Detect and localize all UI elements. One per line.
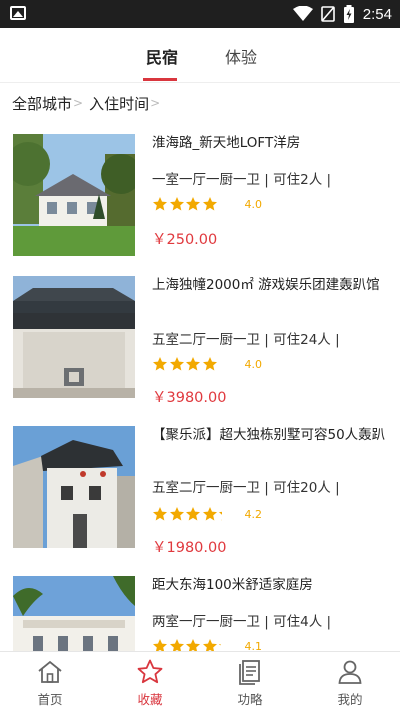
city-filter[interactable]: 全部城市 >	[12, 93, 89, 114]
tab-homestay[interactable]: 民宿	[146, 44, 178, 68]
nav-guide[interactable]: 功略	[200, 652, 300, 711]
star-icon	[137, 659, 163, 684]
rating-star-icon	[169, 357, 184, 371]
star-rating	[152, 356, 235, 372]
listing-rating: 4.0	[152, 196, 262, 212]
rating-star-icon	[153, 507, 167, 521]
rating-star-icon	[202, 507, 217, 521]
nav-favorites[interactable]: 收藏	[100, 652, 200, 711]
listing-title: 淮海路_新天地LOFT洋房	[152, 135, 301, 151]
clock: 2:54	[362, 5, 392, 23]
listing-rating: 4.0	[152, 356, 262, 372]
listing-photo[interactable]	[13, 276, 135, 398]
listing-photo[interactable]	[13, 134, 135, 256]
rating-star-icon	[219, 507, 233, 521]
rating-star-icon	[218, 196, 234, 212]
listing-card[interactable]: 【聚乐派】超大独栋别墅可容50人轰趴 五室二厅一厨一卫 | 可住20人 | 4.…	[0, 412, 400, 562]
gallery-icon	[10, 6, 26, 20]
listing-title: 【聚乐派】超大独栋别墅可容50人轰趴	[152, 427, 386, 443]
battery-icon	[343, 5, 354, 23]
rating-star-icon	[202, 197, 217, 211]
chevron-right-icon: >	[150, 96, 161, 110]
nav-guide-label: 功略	[237, 692, 263, 707]
rating-star-icon	[218, 356, 234, 372]
rating-star-icon	[186, 357, 200, 371]
user-icon	[338, 660, 362, 684]
tab-bar: 民宿 体验	[0, 28, 400, 82]
listing-card[interactable]: 淮海路_新天地LOFT洋房 一室一厅一厨一卫 | 可住2人 | 4.0 ￥250…	[0, 120, 400, 270]
checkin-filter-label: 入住时间	[89, 94, 150, 113]
listing-card[interactable]: 上海独幢2000㎡ 游戏娱乐团建轰趴馆 五室二厅一厨一卫 | 可住24人 | 4…	[0, 262, 400, 412]
listing-specs: 两室一厅一厨一卫 | 可住4人 |	[152, 614, 332, 630]
nav-profile-label: 我的	[337, 692, 363, 707]
listing-price: ￥250.00	[152, 232, 218, 248]
listing-rating: 4.2	[152, 506, 262, 522]
wifi-icon	[292, 6, 313, 21]
active-tab-indicator	[143, 78, 177, 81]
rating-star-icon	[169, 507, 184, 521]
city-filter-label: 全部城市	[12, 94, 73, 113]
listing-title: 上海独幢2000㎡ 游戏娱乐团建轰趴馆	[152, 277, 380, 293]
no-sim-icon	[320, 6, 335, 22]
divider	[0, 82, 400, 83]
chevron-right-icon: >	[73, 96, 84, 110]
status-bar: 2:54	[0, 0, 400, 28]
guide-icon	[239, 660, 260, 685]
nav-favorites-label: 收藏	[137, 692, 163, 707]
filter-bar: 全部城市 > 入住时间 >	[12, 92, 166, 114]
nav-home-label: 首页	[37, 692, 63, 707]
home-icon	[38, 660, 62, 683]
star-rating	[152, 506, 235, 522]
tab-experience[interactable]: 体验	[225, 44, 257, 68]
star-rating	[152, 196, 235, 212]
rating-star-icon	[186, 507, 200, 521]
listing-specs: 五室二厅一厨一卫 | 可住24人 |	[152, 332, 340, 348]
listing-photo[interactable]	[13, 426, 135, 548]
rating-score: 4.2	[244, 507, 263, 521]
listing-specs: 一室一厅一厨一卫 | 可住2人 |	[152, 172, 332, 188]
listing-title: 距大东海100米舒适家庭房	[152, 577, 313, 593]
rating-star-icon	[186, 197, 200, 211]
rating-star-icon	[169, 197, 184, 211]
rating-score: 4.0	[244, 357, 263, 371]
checkin-filter[interactable]: 入住时间 >	[89, 93, 166, 114]
nav-profile[interactable]: 我的	[300, 652, 400, 711]
rating-score: 4.0	[244, 197, 263, 211]
listing-price: ￥3980.00	[152, 390, 227, 406]
nav-home[interactable]: 首页	[0, 652, 100, 711]
rating-star-icon	[153, 197, 167, 211]
listing-price: ￥1980.00	[152, 540, 227, 556]
rating-star-icon	[202, 357, 217, 371]
rating-star-icon	[153, 357, 167, 371]
bottom-nav: 首页 收藏 功略 我的	[0, 651, 400, 711]
listing-specs: 五室二厅一厨一卫 | 可住20人 |	[152, 480, 340, 496]
